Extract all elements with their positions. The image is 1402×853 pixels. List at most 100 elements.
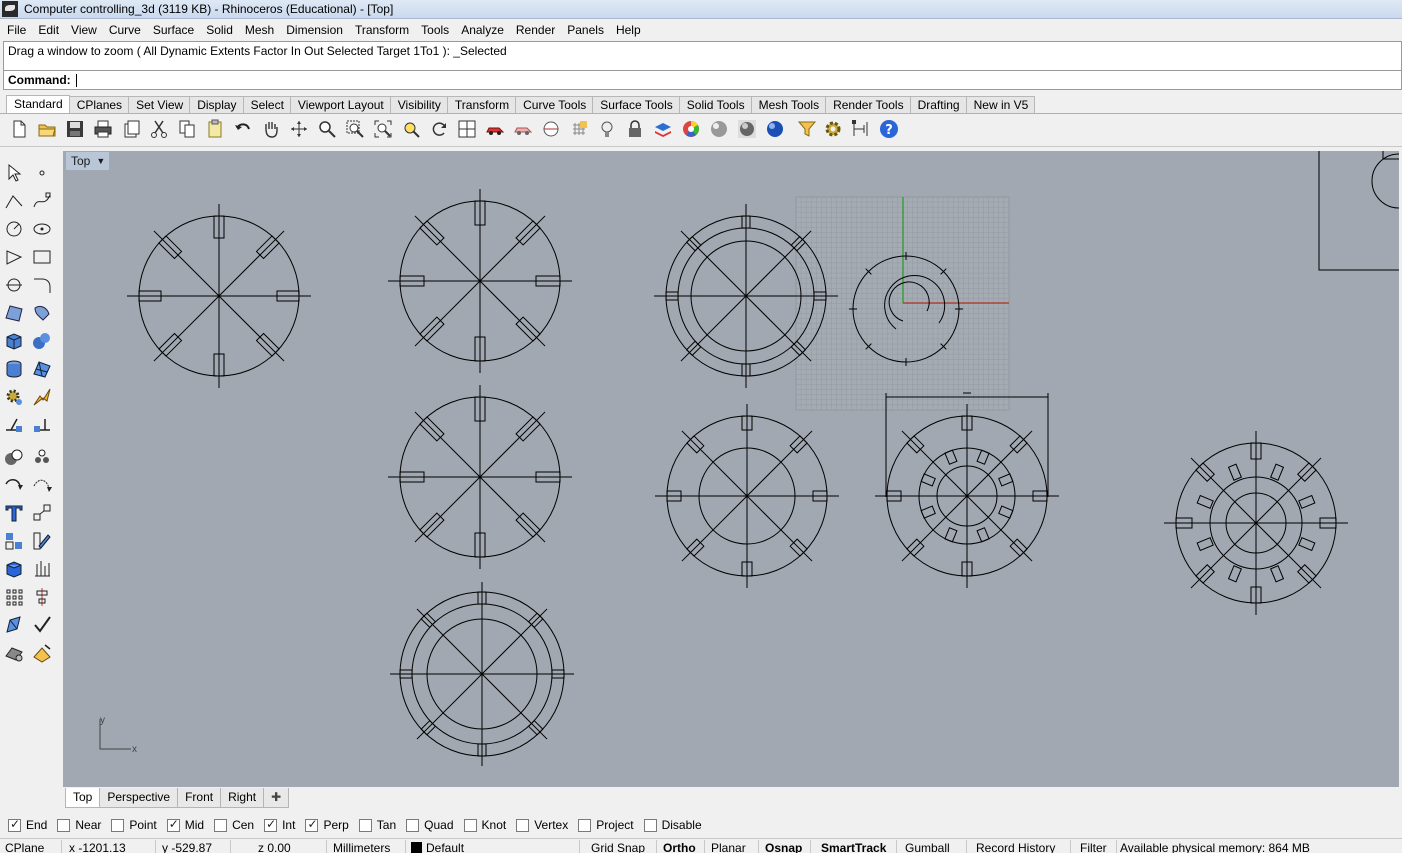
- zoom-icon[interactable]: [316, 118, 338, 140]
- osnap-checkbox[interactable]: [8, 817, 21, 832]
- osnap-checkbox[interactable]: [57, 818, 71, 832]
- rotate-icon[interactable]: [428, 118, 450, 140]
- patch-icon[interactable]: [30, 301, 54, 325]
- viewport-top[interactable]: y x Top ▼: [63, 151, 1399, 787]
- group-icon[interactable]: [2, 529, 26, 553]
- check-icon[interactable]: [30, 613, 54, 637]
- zoom-selected-icon[interactable]: [400, 118, 422, 140]
- pencil-icon[interactable]: [30, 529, 54, 553]
- tab-viewport-layout[interactable]: Viewport Layout: [289, 96, 391, 113]
- rectangle-icon[interactable]: [30, 245, 54, 269]
- osnap-mid[interactable]: Mid: [166, 817, 204, 832]
- osnap-checkbox[interactable]: [406, 818, 420, 832]
- tab-cplanes[interactable]: CPlanes: [68, 96, 130, 113]
- car-shaded-icon[interactable]: [512, 118, 534, 140]
- status-planar[interactable]: Planar: [706, 840, 759, 853]
- menu-curve[interactable]: Curve: [103, 21, 147, 39]
- osnap-cen[interactable]: Cen: [214, 818, 254, 832]
- render-sphere-icon[interactable]: [708, 118, 730, 140]
- menu-view[interactable]: View: [65, 21, 103, 39]
- ring-part-9[interactable]: [390, 582, 574, 766]
- scale-icon[interactable]: [30, 473, 54, 497]
- help-icon[interactable]: ?: [878, 118, 900, 140]
- add-viewport-tab-icon[interactable]: ✚: [263, 788, 290, 808]
- osnap-end[interactable]: End: [8, 817, 47, 832]
- osnap-checkbox[interactable]: [358, 818, 372, 832]
- transform-icon[interactable]: [30, 501, 54, 525]
- status-grid-snap[interactable]: Grid Snap: [586, 840, 657, 853]
- cplane-icon[interactable]: [540, 118, 562, 140]
- tab-render-tools[interactable]: Render Tools: [825, 96, 911, 113]
- ring-part-3[interactable]: [654, 204, 838, 388]
- osnap-checkbox[interactable]: [516, 818, 530, 832]
- osnap-checkbox[interactable]: [111, 818, 125, 832]
- status-filter[interactable]: Filter: [1075, 840, 1117, 853]
- align-icon[interactable]: [30, 585, 54, 609]
- tab-mesh-tools[interactable]: Mesh Tools: [750, 96, 827, 113]
- options-gear-icon[interactable]: [822, 118, 844, 140]
- blue-sphere-icon[interactable]: [764, 118, 786, 140]
- command-input[interactable]: [74, 72, 1374, 88]
- menu-tools[interactable]: Tools: [415, 21, 455, 39]
- osnap-near[interactable]: Near: [57, 818, 101, 832]
- light-bulb-icon[interactable]: [596, 118, 618, 140]
- paste-icon[interactable]: [204, 118, 226, 140]
- menu-file[interactable]: File: [1, 21, 32, 39]
- menu-render[interactable]: Render: [510, 21, 561, 39]
- status-units[interactable]: Millimeters: [328, 840, 406, 853]
- polygon-icon[interactable]: [2, 245, 26, 269]
- shade-icon[interactable]: [2, 641, 26, 665]
- osnap-int[interactable]: Int: [264, 817, 295, 832]
- viewport-tab-front[interactable]: Front: [177, 788, 222, 808]
- explode-icon[interactable]: [30, 385, 54, 409]
- status-osnap[interactable]: Osnap: [760, 840, 811, 853]
- pan-hand-icon[interactable]: [260, 118, 282, 140]
- four-viewports-icon[interactable]: [456, 118, 478, 140]
- status-cplane[interactable]: CPlane: [0, 840, 62, 853]
- zoom-extents-icon[interactable]: [372, 118, 394, 140]
- select-arrow-icon[interactable]: [2, 161, 26, 185]
- dimension-icon[interactable]: [850, 118, 872, 140]
- points-icon[interactable]: [30, 445, 54, 469]
- dimension-tool-icon[interactable]: [30, 557, 54, 581]
- grid-snap-icon[interactable]: [568, 118, 590, 140]
- osnap-disable[interactable]: Disable: [643, 818, 702, 832]
- viewport-menu-arrow-icon[interactable]: ▼: [96, 156, 105, 166]
- cut-icon[interactable]: [148, 118, 170, 140]
- drawing-canvas[interactable]: y x: [63, 151, 1399, 787]
- arc-icon[interactable]: [2, 273, 26, 297]
- tab-drafting[interactable]: Drafting: [909, 96, 967, 113]
- array-icon[interactable]: [2, 585, 26, 609]
- menu-panels[interactable]: Panels: [561, 21, 610, 39]
- status-smarttrack[interactable]: SmartTrack: [816, 840, 897, 853]
- tab-surface-tools[interactable]: Surface Tools: [592, 96, 680, 113]
- extend-icon[interactable]: [2, 413, 26, 437]
- car-icon[interactable]: [484, 118, 506, 140]
- save-icon[interactable]: [64, 118, 86, 140]
- osnap-tan[interactable]: Tan: [358, 818, 396, 832]
- osnap-checkbox[interactable]: [166, 817, 180, 832]
- osnap-checkbox[interactable]: [578, 818, 592, 832]
- partial-part[interactable]: [1318, 151, 1399, 271]
- menu-analyze[interactable]: Analyze: [455, 21, 510, 39]
- osnap-checkbox[interactable]: [643, 818, 657, 832]
- menu-help[interactable]: Help: [610, 21, 647, 39]
- osnap-perp[interactable]: Perp: [305, 817, 349, 832]
- circle-icon[interactable]: [2, 217, 26, 241]
- spheres-icon[interactable]: [30, 329, 54, 353]
- tab-new-in-v5[interactable]: New in V5: [965, 96, 1036, 113]
- copy-icon[interactable]: [176, 118, 198, 140]
- boolean-icon[interactable]: [2, 445, 26, 469]
- tab-curve-tools[interactable]: Curve Tools: [515, 96, 594, 113]
- menu-edit[interactable]: Edit: [32, 21, 65, 39]
- point-icon[interactable]: [30, 161, 54, 185]
- tab-standard[interactable]: Standard: [6, 95, 70, 113]
- text-icon[interactable]: [2, 501, 26, 525]
- cylinder-icon[interactable]: [2, 357, 26, 381]
- viewport-tab-perspective[interactable]: Perspective: [99, 788, 179, 808]
- drawing-geometry[interactable]: [127, 189, 1348, 766]
- ellipse-icon[interactable]: [30, 217, 54, 241]
- viewport-tab-top[interactable]: Top: [65, 788, 101, 808]
- open-folder-icon[interactable]: [36, 118, 58, 140]
- osnap-quad[interactable]: Quad: [406, 818, 454, 832]
